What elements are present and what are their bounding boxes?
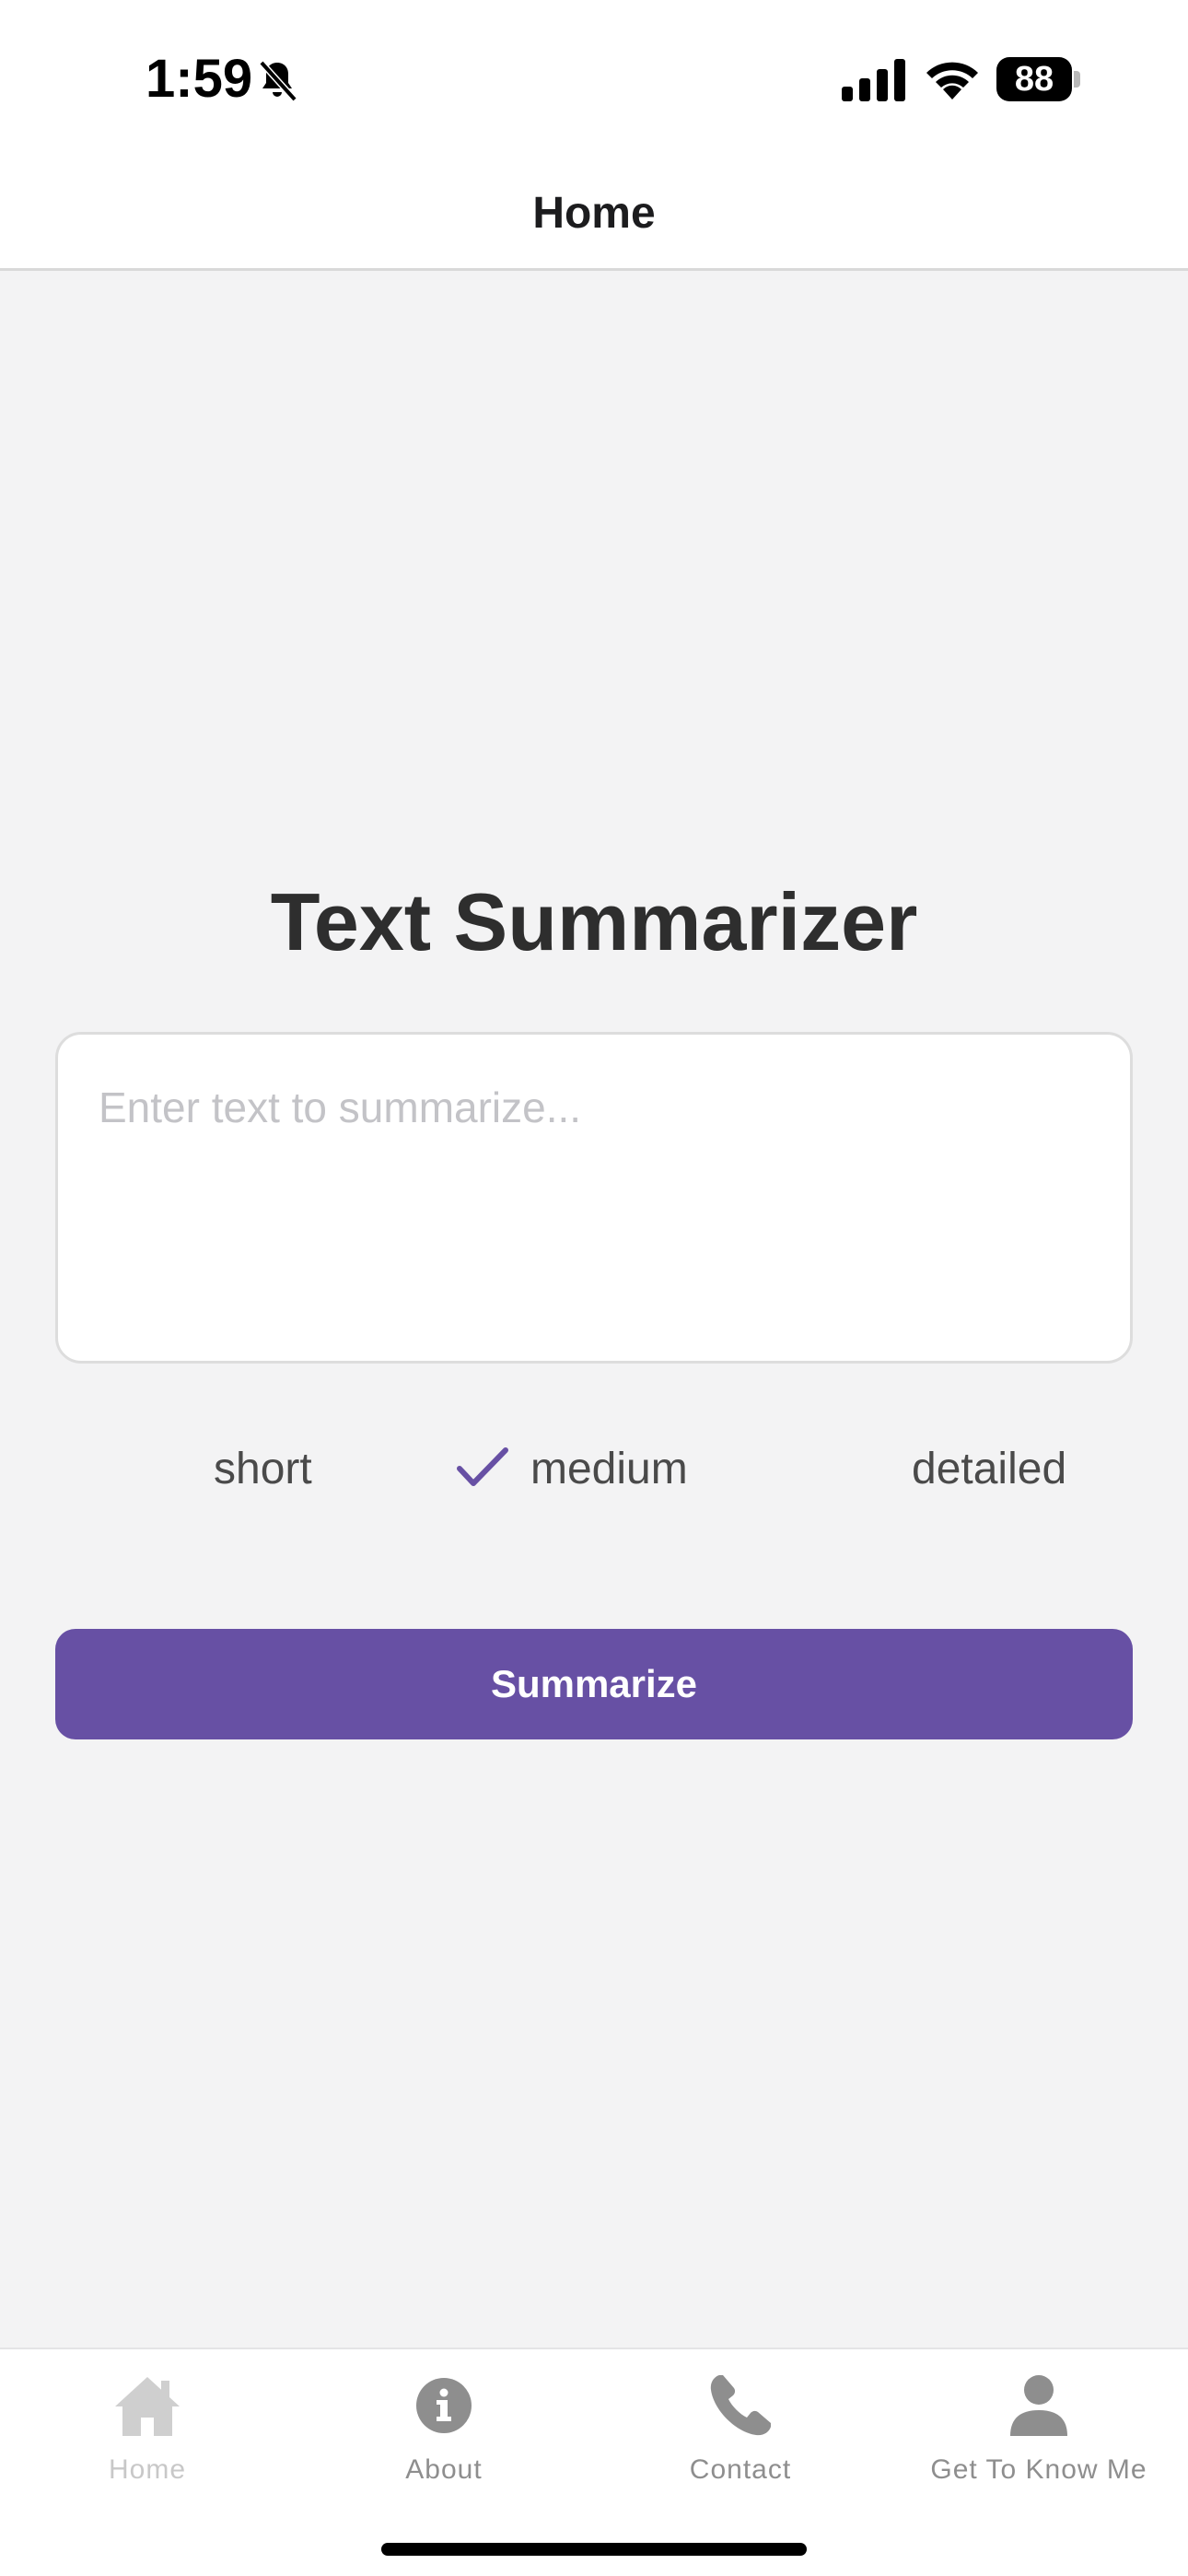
tab-home[interactable]: Home [0,2370,295,2517]
page-title: Home [532,189,656,238]
battery-level: 88 [996,57,1072,101]
length-options: short medium detailed [0,1437,1188,1502]
battery-icon: 88 [996,57,1081,101]
battery-cap [1074,71,1080,88]
signal-icon [842,59,905,101]
status-time: 1:59 [146,49,253,109]
app-screen: 1:59 88 Home Text Summarizer Enter text … [0,0,1188,2576]
tab-bar: Home About Contact Get To Know Me [0,2348,1188,2576]
summarize-button[interactable]: Summarize [55,1629,1133,1739]
wifi-icon [926,62,978,100]
summarize-text-input[interactable] [55,1032,1133,1364]
tab-contact[interactable]: Contact [593,2370,888,2517]
phone-icon [710,2375,771,2436]
option-medium-label: medium [530,1445,688,1493]
checkmark-icon [457,1447,508,1487]
tab-contact-label: Contact [689,2454,792,2485]
tab-about[interactable]: About [297,2370,591,2517]
option-medium[interactable]: medium [455,1437,688,1502]
person-icon [1010,2375,1067,2436]
option-detailed[interactable]: detailed [912,1437,1066,1502]
option-detailed-label: detailed [912,1445,1067,1493]
option-short[interactable]: short [214,1437,312,1502]
tab-get-to-know-me[interactable]: Get To Know Me [891,2370,1186,2517]
app-title: Text Summarizer [270,876,918,967]
home-indicator [381,2543,807,2556]
tab-about-label: About [405,2454,483,2485]
nav-header: Home [0,157,1188,271]
tab-get-to-know-me-label: Get To Know Me [930,2454,1147,2485]
info-icon [416,2378,472,2433]
status-bar: 1:59 88 [0,0,1188,157]
option-short-label: short [214,1445,312,1493]
home-icon [115,2377,180,2436]
bell-slash-icon [259,60,297,102]
tab-home-label: Home [108,2454,187,2485]
